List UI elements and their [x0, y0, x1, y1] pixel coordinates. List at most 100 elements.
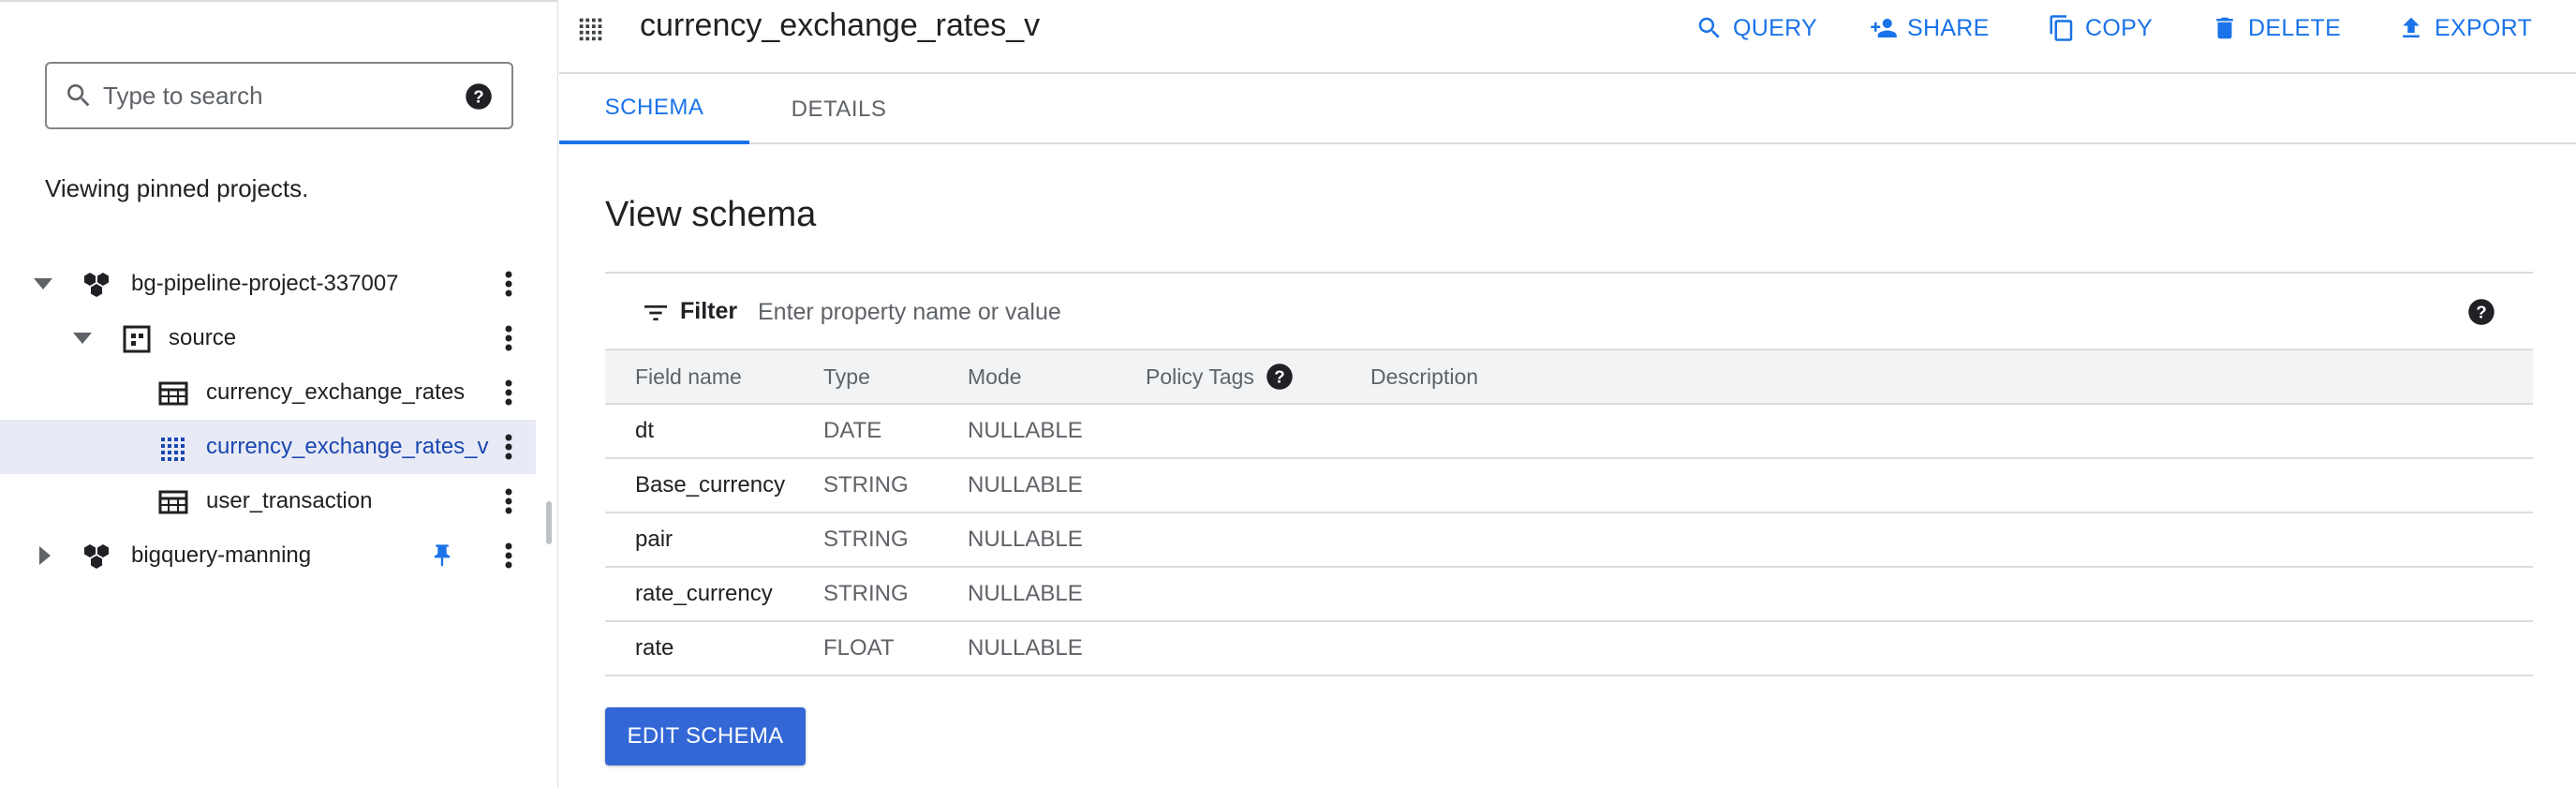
mode-cell: NULLABLE — [968, 458, 1146, 513]
tree-item-label: user_transaction — [206, 488, 373, 513]
edit-schema-button[interactable]: EDIT SCHEMA — [605, 707, 806, 765]
project-icon — [84, 273, 109, 297]
search-input[interactable] — [103, 77, 459, 114]
resource-header: currency_exchange_rates_v QUERY SHARE CO… — [559, 0, 2576, 74]
share-label: SHARE — [1907, 14, 1990, 41]
pinned-projects-note: Viewing pinned projects. — [45, 174, 309, 202]
table-header-row: Field name Type Mode Policy Tags ? Descr… — [605, 349, 2533, 405]
type-cell: FLOAT — [823, 621, 968, 676]
description-cell — [1370, 512, 2533, 568]
help-icon[interactable]: ? — [465, 82, 493, 111]
filter-label: Filter — [680, 298, 738, 324]
share-button[interactable]: SHARE — [1870, 9, 1990, 47]
resource-tree: bg-pipeline-project-337007 source curren… — [0, 257, 536, 583]
table-row: rate_currency STRING NULLABLE — [605, 567, 2533, 622]
tree-item-dataset[interactable]: source — [0, 311, 536, 365]
tab-bar: SCHEMA DETAILS — [559, 74, 2576, 144]
mode-cell: NULLABLE — [968, 404, 1146, 459]
svg-text:?: ? — [1274, 366, 1284, 386]
section-title: View schema — [605, 195, 817, 234]
table-row: Base_currency STRING NULLABLE — [605, 458, 2533, 513]
tree-item-label: bg-pipeline-project-337007 — [131, 271, 399, 296]
tree-item-label: source — [169, 325, 237, 350]
table-row: dt DATE NULLABLE — [605, 404, 2533, 459]
help-icon[interactable]: ? — [2467, 298, 2495, 326]
svg-text:?: ? — [473, 86, 483, 106]
table-row: rate FLOAT NULLABLE — [605, 621, 2533, 676]
copy-button[interactable]: COPY — [2048, 9, 2153, 47]
filter-icon[interactable] — [641, 298, 671, 328]
explorer-panel: ? Viewing pinned projects. bg-pipeline-p… — [0, 0, 558, 787]
panel-resize-handle[interactable] — [546, 501, 552, 544]
tree-item-project[interactable]: bigquery-manning — [0, 528, 536, 583]
schema-table: Field name Type Mode Policy Tags ? Descr… — [605, 349, 2533, 676]
divider — [0, 0, 558, 2]
column-header-policy-tags: Policy Tags ? — [1146, 349, 1370, 405]
search-icon — [67, 84, 90, 107]
column-header-description: Description — [1370, 349, 2533, 405]
main-panel: currency_exchange_rates_v QUERY SHARE CO… — [559, 0, 2576, 787]
tree-item-project[interactable]: bg-pipeline-project-337007 — [0, 257, 536, 311]
trash-icon — [2216, 17, 2233, 39]
search-icon — [1698, 17, 1720, 38]
person-add-icon — [1871, 19, 1897, 37]
table-row: pair STRING NULLABLE — [605, 512, 2533, 568]
help-icon[interactable]: ? — [1266, 363, 1294, 391]
tab-details[interactable]: DETAILS — [749, 74, 928, 144]
mode-cell: NULLABLE — [968, 567, 1146, 622]
query-label: QUERY — [1733, 14, 1817, 41]
type-cell: STRING — [823, 458, 968, 513]
table-icon — [158, 381, 188, 406]
caret-down-icon[interactable] — [71, 329, 94, 348]
pin-icon[interactable] — [429, 542, 455, 570]
description-cell — [1370, 404, 2533, 459]
upload-icon — [2403, 17, 2420, 37]
field-name-cell: pair — [605, 512, 823, 568]
column-header-mode: Mode — [968, 349, 1146, 405]
policy-tags-cell — [1146, 512, 1370, 568]
policy-tags-cell — [1146, 621, 1370, 676]
more-vert-icon[interactable] — [496, 379, 521, 407]
more-vert-icon[interactable] — [496, 433, 521, 461]
copy-icon — [2050, 15, 2073, 41]
field-name-cell: Base_currency — [605, 458, 823, 513]
tree-item-label: currency_exchange_rates — [206, 379, 466, 405]
tree-item-view[interactable]: currency_exchange_rates_v — [0, 420, 536, 474]
query-button[interactable]: QUERY — [1695, 9, 1817, 47]
description-cell — [1370, 621, 2533, 676]
type-cell: DATE — [823, 404, 968, 459]
description-cell — [1370, 458, 2533, 513]
more-vert-icon[interactable] — [496, 270, 521, 298]
filter-bar: Filter ? — [605, 272, 2533, 349]
policy-tags-cell — [1146, 567, 1370, 622]
filter-input[interactable] — [758, 292, 1882, 332]
caret-down-icon[interactable] — [32, 275, 54, 293]
tab-schema[interactable]: SCHEMA — [559, 74, 749, 144]
explorer-search[interactable]: ? — [45, 62, 513, 129]
policy-tags-cell — [1146, 404, 1370, 459]
more-vert-icon[interactable] — [496, 324, 521, 352]
more-vert-icon[interactable] — [496, 487, 521, 515]
mode-cell: NULLABLE — [968, 512, 1146, 568]
view-icon — [161, 438, 185, 461]
caret-right-icon[interactable] — [36, 544, 54, 567]
type-cell: STRING — [823, 567, 968, 622]
tree-item-table[interactable]: user_transaction — [0, 474, 536, 528]
delete-button[interactable]: DELETE — [2211, 9, 2341, 47]
dataset-icon — [123, 325, 151, 353]
tree-item-table[interactable]: currency_exchange_rates — [0, 365, 536, 420]
table-icon — [158, 490, 188, 514]
policy-tags-label: Policy Tags — [1146, 364, 1254, 389]
view-icon — [579, 18, 602, 41]
project-icon — [84, 544, 109, 569]
type-cell: STRING — [823, 512, 968, 568]
export-label: EXPORT — [2435, 14, 2533, 41]
more-vert-icon[interactable] — [496, 542, 521, 570]
svg-text:?: ? — [2476, 302, 2486, 321]
export-button[interactable]: EXPORT — [2397, 9, 2532, 47]
mode-cell: NULLABLE — [968, 621, 1146, 676]
description-cell — [1370, 567, 2533, 622]
tree-item-label: bigquery-manning — [131, 542, 312, 568]
page-title: currency_exchange_rates_v — [640, 7, 1041, 43]
column-header-type: Type — [823, 349, 968, 405]
